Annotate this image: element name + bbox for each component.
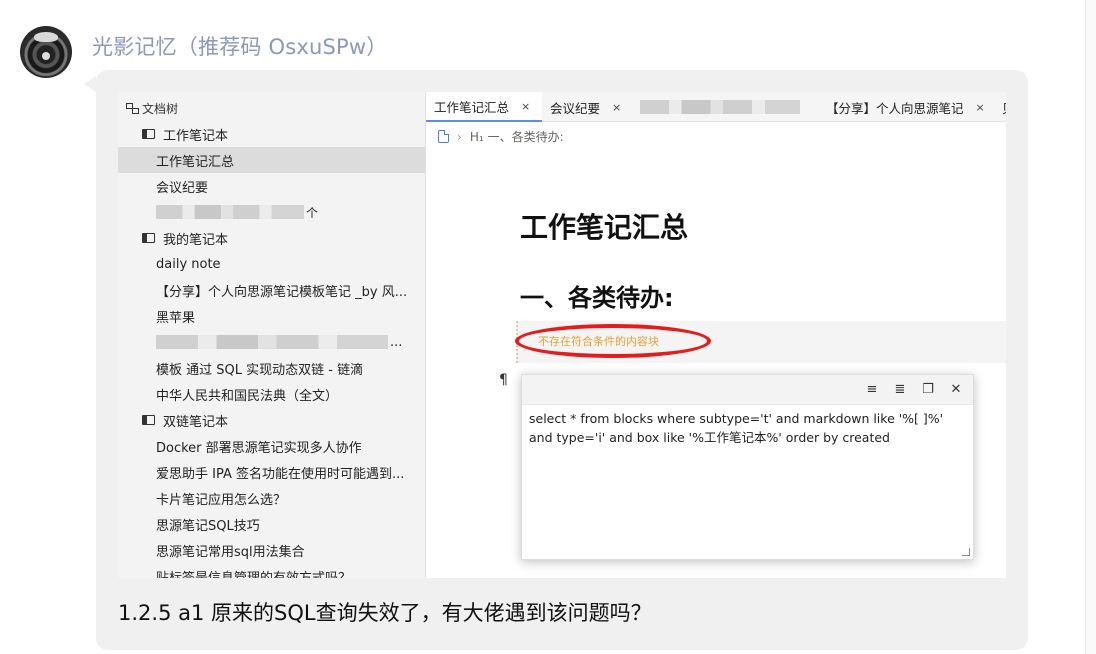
annotation-circle [515, 324, 711, 358]
doc-tree-icon [126, 103, 139, 114]
tab-overflow[interactable]: 贝 [994, 92, 1006, 122]
tab-blurred[interactable] [632, 92, 812, 122]
notebook-work[interactable]: 工作笔记本 [118, 121, 425, 147]
tab-share-template[interactable]: 【分享】个人向思源笔记 × [818, 92, 994, 122]
doc-tree-sidebar: 文档树 工作笔记本 工作笔记汇总 会议纪要 个 我的笔记本 daily note… [118, 92, 426, 578]
tree-item-card-notes[interactable]: 卡片笔记应用怎么选？ [118, 485, 425, 511]
page-scrollbar[interactable] [1085, 0, 1096, 654]
avatar[interactable] [20, 26, 72, 78]
blurred-text [156, 335, 388, 349]
tree-item-ipa[interactable]: 爱思助手 IPA 签名功能在使用时可能遇到... [118, 459, 425, 485]
heading-todos[interactable]: 一、各类待办: [520, 278, 674, 313]
notebook-mine[interactable]: 我的笔记本 [118, 225, 425, 251]
bubble-tail [84, 76, 96, 92]
tree-item-sql-template[interactable]: 模板 通过 SQL 实现动态双链 - 链滴 [118, 355, 425, 381]
breadcrumb: › H₁ 一、各类待办: [438, 128, 564, 145]
tree-item-meeting-notes[interactable]: 会议纪要 [118, 173, 425, 199]
heading-marker: H₁ [469, 129, 484, 144]
resize-handle[interactable] [962, 548, 970, 556]
embedded-screenshot: 文档树 工作笔记本 工作笔记汇总 会议纪要 个 我的笔记本 daily note… [118, 92, 1006, 578]
blurred-text [156, 205, 304, 219]
tree-item-tags[interactable]: 贴标签是信息管理的有效方式吗？ [118, 563, 425, 579]
tree-item-share-template[interactable]: 【分享】个人向思源笔记模板笔记 _by 风... [118, 277, 425, 303]
sql-query-text[interactable]: select * from blocks where subtype='t' a… [522, 405, 962, 451]
align-left-icon[interactable]: ≡ [865, 382, 879, 397]
close-icon[interactable]: × [521, 100, 530, 113]
document-title[interactable]: 工作笔记汇总 [520, 206, 688, 246]
tree-item-blurred-2[interactable]: ... [118, 329, 425, 355]
close-icon[interactable]: × [612, 101, 621, 114]
tab-bar: 工作笔记汇总 × 会议纪要 × 【分享】个人向思源笔记 × 贝 [426, 92, 1006, 122]
sql-query-panel: ≡ ≣ ❐ ✕ select * from blocks where subty… [521, 374, 974, 560]
blurred-text [640, 100, 800, 114]
tree-item-work-summary[interactable]: 工作笔记汇总 [118, 147, 425, 173]
notebook-icon [142, 415, 155, 425]
tree-item-blurred[interactable]: 个 [118, 199, 425, 225]
notebook-bilink[interactable]: 双链笔记本 [118, 407, 425, 433]
tab-meeting-notes[interactable]: 会议纪要 × [542, 92, 632, 122]
document-icon[interactable] [438, 130, 449, 143]
align-right-icon[interactable]: ≣ [893, 382, 907, 397]
tree-item-civil-code[interactable]: 中华人民共和国民法典（全文） [118, 381, 425, 407]
tab-work-summary[interactable]: 工作笔记汇总 × [426, 92, 542, 122]
doc-tree-title: 文档树 [142, 102, 179, 116]
chevron-right-icon: › [457, 129, 462, 144]
close-icon[interactable]: ✕ [949, 382, 963, 397]
username[interactable]: 光影记忆（推荐码 OsxuSPw） [92, 31, 387, 61]
doc-tree-header: 文档树 [126, 100, 178, 117]
tree-item-sql-collection[interactable]: 思源笔记常用sql用法集合 [118, 537, 425, 563]
tree-item-sql-tips[interactable]: 思源笔记SQL技巧 [118, 511, 425, 537]
tree-item-hackintosh[interactable]: 黑苹果 [118, 303, 425, 329]
tree-item-daily-note[interactable]: daily note [118, 251, 425, 277]
post-caption: 1.2.5 a1 原来的SQL查询失效了，有大佬遇到该问题吗？ [118, 601, 652, 625]
tree-item-docker[interactable]: Docker 部署思源笔记实现多人协作 [118, 433, 425, 459]
sql-toolbar: ≡ ≣ ❐ ✕ [522, 375, 973, 405]
breadcrumb-heading[interactable]: 一、各类待办: [488, 128, 564, 145]
close-icon[interactable]: × [976, 101, 985, 114]
paragraph-icon[interactable]: ¶ [499, 372, 508, 388]
notebook-icon [142, 129, 155, 139]
notebook-icon [142, 233, 155, 243]
copy-icon[interactable]: ❐ [921, 382, 935, 397]
